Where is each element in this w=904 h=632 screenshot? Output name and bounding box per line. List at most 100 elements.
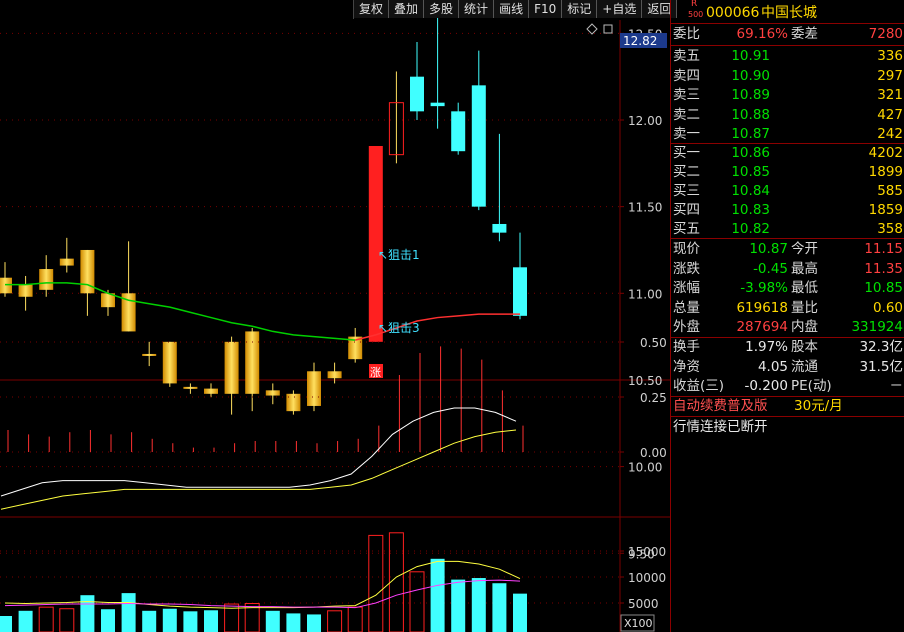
volume-bar: [59, 608, 75, 632]
fund-value: -0.200: [744, 378, 788, 394]
stat-label: 最低: [791, 280, 818, 296]
fund-row: 收益(三) -0.200 PE(动) －: [673, 376, 903, 396]
macd-tick-label: 0.00: [640, 446, 667, 460]
macd-tick-label: 0.25: [640, 391, 667, 405]
weicha-label: 委差: [791, 26, 818, 42]
bid-row: 买二 10.85 1899: [673, 162, 903, 182]
volume-bar: [347, 606, 363, 632]
bid-label: 买二: [673, 164, 700, 180]
volume-tick-label: 15000: [628, 545, 666, 559]
ask-row: 卖一 10.87 242: [673, 124, 903, 144]
stat-row: 涨幅 -3.98% 最低 10.85: [673, 278, 903, 298]
promo-row[interactable]: 自动续费普及版 30元/月: [673, 396, 903, 416]
candle-body: [204, 388, 218, 394]
zhang-badge-text: 涨: [370, 366, 381, 379]
stat-label: 量比: [791, 299, 818, 316]
chart-canvas[interactable]: 12.5012.0011.5011.0010.5010.009.5012.82↖…: [0, 0, 670, 632]
candle-body: [18, 284, 33, 297]
stat-row: 涨跌 -0.45 最高 11.35: [673, 259, 903, 279]
mark-button[interactable]: 标记: [562, 0, 598, 18]
volume-bar: [492, 583, 507, 632]
candle-body: [245, 331, 260, 394]
candle-body: [183, 386, 198, 389]
candle-body: [39, 269, 54, 290]
overlay-button[interactable]: 叠加: [389, 0, 425, 18]
fund-label: 股本: [791, 339, 818, 355]
ask-price: 10.91: [731, 48, 770, 64]
candle-body: [162, 341, 177, 384]
fund-label: 净资: [673, 358, 700, 375]
fund-row: 换手 1.97% 股本 32.3亿: [673, 337, 903, 357]
stat-label: 最高: [791, 260, 818, 277]
bid-label: 买四: [673, 202, 700, 218]
bid-volume: 1859: [868, 202, 903, 218]
ask-label: 卖五: [673, 48, 700, 64]
volume-bar: [18, 610, 33, 632]
ask-volume: 321: [877, 87, 903, 103]
ask-row: 卖二 10.88 427: [673, 105, 903, 125]
volume-bar: [0, 616, 12, 632]
f10-button[interactable]: F10: [529, 0, 563, 18]
stat-value: 331924: [851, 319, 903, 335]
candle-body: [307, 371, 321, 406]
sniper-mark-3: ↖狙击3: [378, 321, 420, 335]
ask-price: 10.90: [731, 67, 770, 84]
bid-volume: 585: [877, 183, 903, 199]
volume-bar: [121, 593, 136, 632]
price-tick-label: 10.00: [628, 461, 662, 475]
stat-label: 外盘: [673, 319, 700, 335]
fuquan-button[interactable]: 复权: [354, 0, 390, 18]
ma-line-green: [5, 282, 356, 341]
ask-volume: 297: [877, 67, 903, 84]
fund-value: 1.97%: [745, 339, 788, 355]
candle-body: [471, 85, 486, 207]
volume-bar: [162, 608, 177, 632]
stock-header: R 500 000066 中国长城: [673, 0, 903, 24]
ask-volume: 336: [877, 48, 903, 64]
r-badge-sub: 500: [688, 10, 704, 19]
bid-volume: 4202: [868, 145, 903, 161]
volume-bar: [142, 610, 157, 632]
ask-label: 卖四: [673, 67, 700, 84]
stock-code: 000066: [706, 5, 760, 21]
volume-bar: [183, 611, 198, 632]
stat-label: 总量: [673, 299, 700, 316]
diamond-icon: [586, 23, 598, 35]
ask-price: 10.88: [731, 106, 770, 123]
promo-text[interactable]: 自动续费普及版: [673, 396, 768, 416]
price-tick-label: 11.00: [628, 287, 662, 301]
volume-tick-label: 10000: [628, 571, 666, 585]
fund-label: 换手: [673, 339, 700, 355]
price-tick-label: 12.00: [628, 114, 662, 128]
volume-bar: [451, 579, 466, 632]
price-plan[interactable]: 30元/月: [794, 396, 843, 416]
ask-price: 10.87: [731, 126, 770, 142]
multi-stock-button[interactable]: 多股: [424, 0, 460, 18]
volume-bar: [513, 593, 527, 632]
fund-value: 31.5亿: [859, 358, 903, 375]
draw-line-button[interactable]: 画线: [494, 0, 530, 18]
bid-price: 10.86: [731, 145, 770, 161]
current-price-label: 12.82: [623, 34, 657, 48]
bid-row: 买一 10.86 4202: [673, 143, 903, 163]
fund-label: 流通: [791, 358, 818, 375]
stat-value: 11.15: [864, 241, 903, 257]
add-watchlist-button[interactable]: +自选: [597, 0, 643, 18]
candle-body: [224, 341, 239, 394]
volume-bar: [265, 610, 280, 632]
ask-volume: 427: [877, 106, 903, 123]
candle-body: [513, 267, 527, 316]
stat-row: 总量 619618 量比 0.60: [673, 298, 903, 318]
volume-bar: [204, 610, 218, 632]
volume-tick-label: 5000: [628, 597, 659, 611]
volume-bar: [38, 606, 54, 632]
statistics-button[interactable]: 统计: [459, 0, 495, 18]
stat-value: 10.85: [864, 280, 903, 296]
stat-value: -0.45: [753, 260, 788, 277]
candle-body: [0, 277, 12, 294]
candle-body: [430, 102, 445, 107]
price-tick-label: 10.50: [628, 374, 662, 388]
r-badge: R: [691, 0, 698, 9]
stat-value: 619618: [736, 299, 788, 316]
window-icon: [603, 24, 613, 34]
